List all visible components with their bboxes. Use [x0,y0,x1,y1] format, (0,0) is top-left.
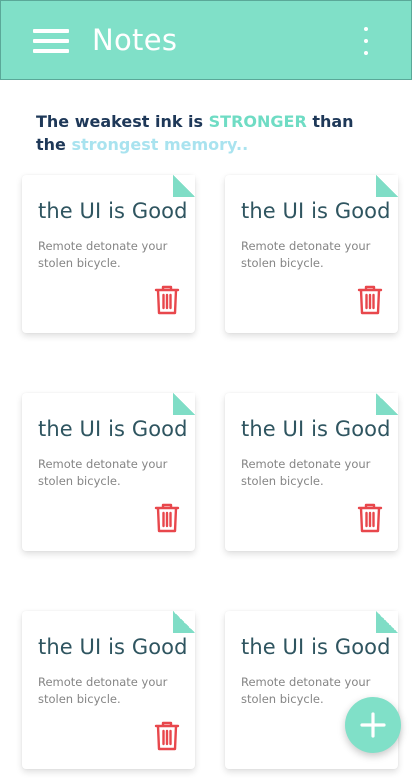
plus-icon [360,712,386,738]
note-title: the UI is Good [38,417,188,441]
quote-highlight-memory: strongest memory.. [71,135,249,154]
note-title: the UI is Good [241,417,391,441]
app-bar: Notes [0,0,412,80]
trash-icon[interactable] [357,503,383,533]
page-fold-icon [173,393,195,415]
note-body: Remote detonate your stolen bicycle. [241,239,371,270]
page-fold-icon [376,611,398,633]
note-title: the UI is Good [241,199,391,223]
trash-icon[interactable] [357,285,383,315]
note-body: Remote detonate your stolen bicycle. [241,457,371,488]
app-title: Notes [92,23,178,57]
page-fold-icon [173,175,195,197]
note-body: Remote detonate your stolen bicycle. [38,457,168,488]
page-fold-icon [173,611,195,633]
note-body: Remote detonate your stolen bicycle. [38,239,168,270]
note-card[interactable]: the UI is Good Remote detonate your stol… [225,175,398,333]
page-fold-icon [376,393,398,415]
page-fold-icon [376,175,398,197]
add-note-button[interactable] [345,697,401,753]
quote-text: The weakest ink is STRONGER than the str… [36,110,366,156]
note-title: the UI is Good [38,199,188,223]
more-vertical-icon[interactable] [357,25,375,59]
trash-icon[interactable] [154,721,180,751]
hamburger-menu-icon[interactable] [31,27,71,55]
quote-part-1: The weakest ink is [36,112,209,131]
note-card[interactable]: the UI is Good Remote detonate your stol… [22,175,195,333]
note-body: Remote detonate your stolen bicycle. [38,675,168,706]
note-card[interactable]: the UI is Good Remote detonate your stol… [22,393,195,551]
trash-icon[interactable] [154,285,180,315]
trash-icon[interactable] [154,503,180,533]
note-title: the UI is Good [38,635,188,659]
note-title: the UI is Good [241,635,391,659]
quote-highlight-stronger: STRONGER [208,112,307,131]
note-card[interactable]: the UI is Good Remote detonate your stol… [22,611,195,769]
note-card[interactable]: the UI is Good Remote detonate your stol… [225,393,398,551]
